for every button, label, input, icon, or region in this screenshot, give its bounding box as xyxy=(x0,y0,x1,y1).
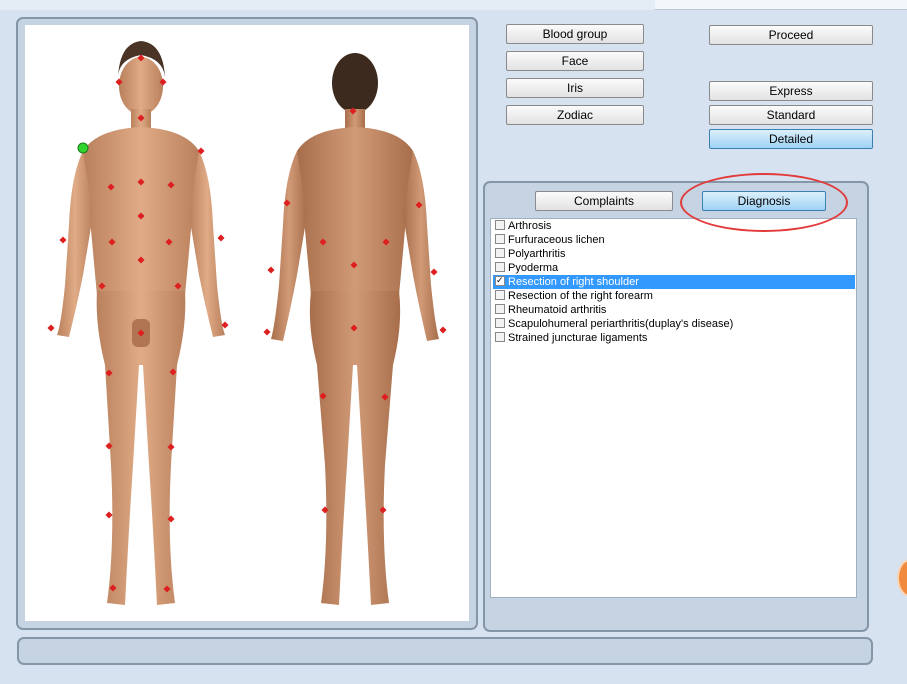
diagnosis-label: Pyoderma xyxy=(508,262,559,274)
diagnosis-label: Arthrosis xyxy=(508,220,552,232)
standard-button[interactable]: Standard xyxy=(709,105,873,125)
complaints-tab[interactable]: Complaints xyxy=(535,191,673,211)
back-point-marker[interactable] xyxy=(267,266,275,274)
diagnosis-item[interactable]: Rheumatoid arthritis xyxy=(493,303,855,317)
diagnosis-item[interactable]: Furfuraceous lichen xyxy=(493,233,855,247)
diagnosis-item[interactable]: Pyoderma xyxy=(493,261,855,275)
diagnosis-checkbox[interactable] xyxy=(495,290,505,301)
iris-button[interactable]: Iris xyxy=(506,78,644,98)
body-map-panel xyxy=(16,17,478,630)
status-bar xyxy=(17,637,873,665)
diagnosis-item[interactable]: Resection of the right forearm xyxy=(493,289,855,303)
diagnosis-checkbox[interactable] xyxy=(495,248,505,259)
face-button[interactable]: Face xyxy=(506,51,644,71)
express-button[interactable]: Express xyxy=(709,81,873,101)
diagnosis-item[interactable]: Scapulohumeral periarthritis(duplay's di… xyxy=(493,317,855,331)
diagnosis-checkbox[interactable] xyxy=(495,332,505,343)
body-diagram xyxy=(47,41,447,605)
diagnosis-checkbox[interactable] xyxy=(495,304,505,315)
blood-group-button[interactable]: Blood group xyxy=(506,24,644,44)
diagnosis-checkbox[interactable] xyxy=(495,234,505,245)
diagnosis-label: Strained juncturae ligaments xyxy=(508,332,648,344)
diagnosis-checkbox[interactable] xyxy=(495,318,505,329)
front-point-marker[interactable] xyxy=(217,234,225,242)
detailed-button[interactable]: Detailed xyxy=(709,129,873,149)
back-point-marker[interactable] xyxy=(263,328,271,336)
diagnosis-checkbox[interactable]: ✓ xyxy=(495,275,505,287)
diagnosis-label: Scapulohumeral periarthritis(duplay's di… xyxy=(508,318,734,330)
body-map-canvas xyxy=(25,25,469,621)
front-point-marker[interactable] xyxy=(59,236,67,244)
highlight-annotation xyxy=(680,173,848,232)
diagnosis-label: Rheumatoid arthritis xyxy=(508,304,607,316)
back-point-marker[interactable] xyxy=(430,268,438,276)
top-strip xyxy=(0,0,907,10)
floating-assistant-icon[interactable] xyxy=(897,559,907,597)
back-point-marker[interactable] xyxy=(439,326,447,334)
diagnosis-item[interactable]: ✓ Resection of right shoulder xyxy=(493,275,855,289)
diagnosis-label: Resection of right shoulder xyxy=(508,276,639,288)
diagnosis-panel: Complaints Diagnosis Arthrosis Furfuraceo… xyxy=(483,181,869,632)
proceed-button[interactable]: Proceed xyxy=(709,25,873,45)
diagnosis-checkbox[interactable] xyxy=(495,262,505,273)
diagnosis-list[interactable]: Arthrosis Furfuraceous lichen Polyarthriti… xyxy=(490,218,857,598)
diagnosis-label: Furfuraceous lichen xyxy=(508,234,605,246)
diagnosis-checkbox[interactable] xyxy=(495,220,505,231)
front-figure xyxy=(57,41,225,605)
front-point-marker[interactable] xyxy=(105,511,113,519)
diagnosis-item[interactable]: Strained juncturae ligaments xyxy=(493,331,855,345)
diagnosis-item[interactable]: Polyarthritis xyxy=(493,247,855,261)
zodiac-button[interactable]: Zodiac xyxy=(506,105,644,125)
front-point-marker[interactable] xyxy=(47,324,55,332)
top-tab xyxy=(655,0,907,10)
selected-point-marker[interactable] xyxy=(77,142,89,154)
diagnosis-label: Polyarthritis xyxy=(508,248,566,260)
diagnosis-label: Resection of the right forearm xyxy=(508,290,653,302)
